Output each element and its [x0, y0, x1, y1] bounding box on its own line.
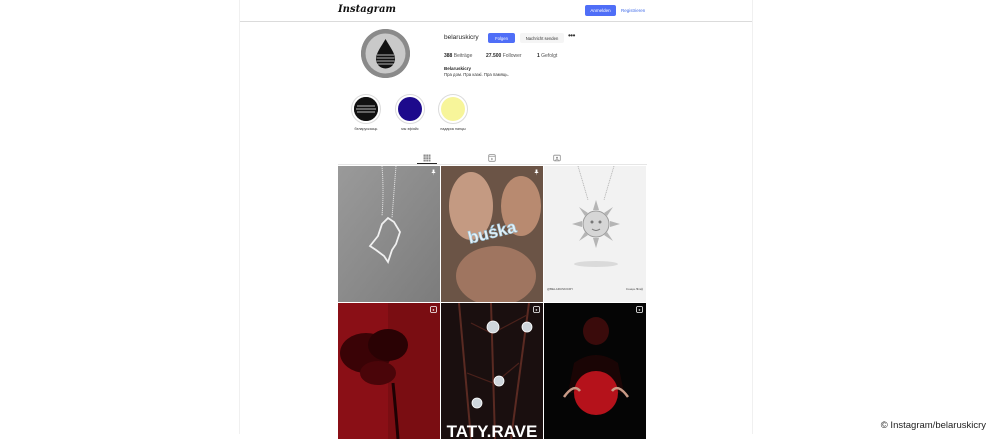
sun-caption-left: @BELARUSKICRY [547, 287, 573, 291]
highlight-label: падарок панцы [440, 127, 466, 131]
profile-username: belaruskicry [444, 34, 479, 41]
story-highlight[interactable]: падарок панцы [433, 94, 473, 131]
instagram-logo[interactable]: Instagram [338, 4, 396, 15]
following-stat[interactable]: 1 Gefolgt [537, 53, 557, 59]
bio-name: Belaruskicry [444, 66, 472, 71]
highlight-lines-icon [354, 97, 378, 121]
pin-icon [431, 169, 436, 176]
post-tile[interactable] [338, 166, 440, 302]
highlight-cover [398, 97, 422, 121]
send-message-button[interactable]: Nachricht senden [520, 33, 564, 43]
more-options-icon[interactable]: ••• [568, 31, 575, 40]
post-tile[interactable]: TATY.RAVE [441, 303, 543, 439]
bio-text: Пра дом. Пра казкі. Пра памяць. [444, 72, 509, 77]
top-navigation-bar: Instagram Anmelden Registrieren [240, 0, 752, 22]
taty-rave-text: TATY.RAVE [447, 422, 538, 439]
highlight-cover [354, 97, 378, 121]
story-highlight[interactable]: беларускасць [346, 94, 386, 131]
post-tile[interactable]: buśka [441, 166, 543, 302]
grid-icon[interactable] [423, 154, 431, 162]
post-tile[interactable] [338, 303, 440, 439]
avatar-drop-icon [361, 29, 410, 78]
reels-icon[interactable] [488, 154, 496, 162]
login-button[interactable]: Anmelden [585, 5, 616, 16]
posts-count: 388 [444, 53, 453, 59]
highlight-ring [438, 94, 468, 124]
highlight-label: беларускасць [354, 127, 378, 131]
taty-rave-image: TATY.RAVE [441, 303, 543, 439]
red-circle-portrait-image [544, 303, 646, 439]
profile-avatar[interactable] [361, 29, 410, 78]
active-tab-indicator [417, 163, 437, 164]
buska-necklace-image: buśka [441, 166, 543, 302]
pendant-map-image [338, 166, 440, 302]
highlight-ring [395, 94, 425, 124]
follow-button[interactable]: Folgen [488, 33, 515, 43]
tabs-divider [338, 164, 647, 165]
following-count: 1 [537, 53, 540, 59]
pin-icon [534, 169, 539, 176]
post-tile[interactable] [544, 303, 646, 439]
story-highlight[interactable]: мы эфіяйс [390, 94, 430, 131]
sun-caption-right: Сонца Ліпаў [626, 287, 644, 291]
posts-grid: buśka @BELARUSKICRY Сонца Ліпаў TATY.RAV… [338, 166, 647, 439]
red-flower-image [338, 303, 440, 439]
posts-count-stat: 388 Beiträge [444, 53, 472, 59]
reel-icon [430, 306, 437, 313]
followers-label: Follower [502, 53, 522, 59]
post-tile[interactable]: @BELARUSKICRY Сонца Ліпаў [544, 166, 646, 302]
posts-label: Beiträge [453, 53, 473, 59]
highlight-ring [351, 94, 381, 124]
following-label: Gefolgt [541, 53, 558, 59]
reel-icon [533, 306, 540, 313]
followers-stat[interactable]: 27.500 Follower [486, 53, 522, 59]
image-credit: © Instagram/belaruskicry [880, 420, 986, 431]
highlight-cover [441, 97, 465, 121]
reel-icon [636, 306, 643, 313]
sun-pendant-image: @BELARUSKICRY Сонца Ліпаў [544, 166, 646, 302]
followers-count: 27.500 [486, 53, 502, 59]
tagged-icon[interactable] [553, 154, 561, 162]
highlight-label: мы эфіяйс [401, 127, 419, 131]
register-link[interactable]: Registrieren [621, 5, 645, 16]
